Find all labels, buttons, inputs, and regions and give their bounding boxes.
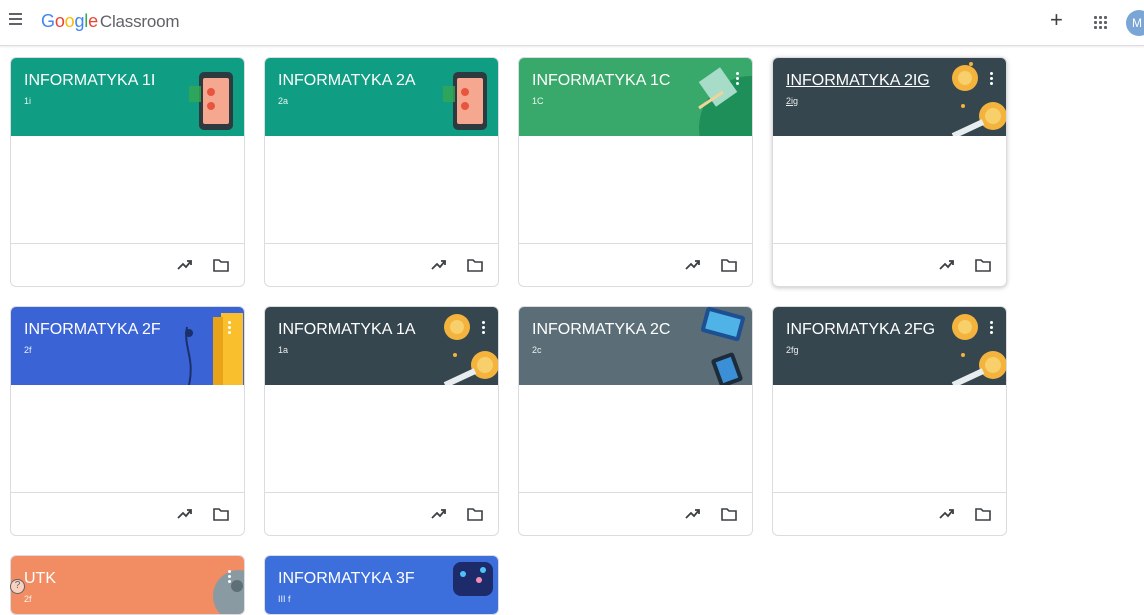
- class-options-icon[interactable]: [990, 321, 994, 335]
- class-theme-illustration: [443, 314, 498, 385]
- top-app-bar: Google Classroom + M: [0, 0, 1144, 46]
- class-theme-illustration: [700, 307, 746, 385]
- folder-icon[interactable]: [213, 507, 229, 521]
- folder-icon[interactable]: [975, 258, 991, 272]
- class-title[interactable]: INFORMATYKA 2IG: [786, 72, 930, 90]
- class-card: INFORMATYKA 2C 2c: [518, 306, 753, 536]
- class-card-actions: [265, 492, 498, 535]
- help-icon[interactable]: ?: [10, 579, 25, 594]
- class-options-icon[interactable]: [990, 72, 994, 86]
- class-card: INFORMATYKA 1A 1a: [264, 306, 499, 536]
- class-card-header[interactable]: INFORMATYKA 1I 1i: [11, 58, 244, 136]
- trending-up-icon[interactable]: [685, 257, 701, 273]
- folder-icon[interactable]: [721, 258, 737, 272]
- class-theme-illustration: [698, 67, 752, 136]
- hamburger-menu-icon[interactable]: [9, 13, 25, 27]
- google-classroom-logo[interactable]: Google Classroom: [41, 11, 180, 32]
- class-options-icon[interactable]: [228, 570, 232, 584]
- class-theme-illustration: [951, 314, 1006, 385]
- class-card-header[interactable]: INFORMATYKA 3F III f: [265, 556, 498, 614]
- class-theme-illustration: [453, 562, 493, 596]
- account-avatar[interactable]: M: [1126, 10, 1144, 36]
- class-theme-illustration: [185, 313, 243, 385]
- class-title[interactable]: INFORMATYKA 3F: [278, 570, 415, 588]
- class-options-icon[interactable]: [482, 321, 486, 335]
- class-card: INFORMATYKA 1I 1i: [10, 57, 245, 287]
- class-title[interactable]: INFORMATYKA 2FG: [786, 321, 935, 339]
- class-title[interactable]: INFORMATYKA 2F: [24, 321, 161, 339]
- class-card: INFORMATYKA 2F 2f: [10, 306, 245, 536]
- class-title[interactable]: INFORMATYKA 2C: [532, 321, 670, 339]
- class-options-icon[interactable]: [228, 321, 232, 335]
- class-card: UTK 2f: [10, 555, 245, 615]
- class-title[interactable]: INFORMATYKA 2A: [278, 72, 416, 90]
- trending-up-icon[interactable]: [939, 506, 955, 522]
- class-card-header[interactable]: INFORMATYKA 2F 2f: [11, 307, 244, 385]
- class-title[interactable]: UTK: [24, 570, 56, 588]
- class-card-header[interactable]: INFORMATYKA 2FG 2fg: [773, 307, 1006, 385]
- class-card-actions: [11, 492, 244, 535]
- folder-icon[interactable]: [467, 507, 483, 521]
- class-card: INFORMATYKA 2A 2a: [264, 57, 499, 287]
- class-section: 2c: [532, 345, 542, 355]
- class-theme-illustration: [951, 62, 1006, 136]
- apps-grid-icon[interactable]: [1094, 16, 1107, 29]
- class-title[interactable]: INFORMATYKA 1A: [278, 321, 416, 339]
- class-card-actions: [519, 243, 752, 286]
- class-options-icon[interactable]: [736, 72, 740, 86]
- trending-up-icon[interactable]: [685, 506, 701, 522]
- folder-icon[interactable]: [213, 258, 229, 272]
- class-section: 1C: [532, 96, 544, 106]
- class-section: 2ig: [786, 96, 799, 106]
- class-card-actions: [773, 243, 1006, 286]
- class-card-actions: [773, 492, 1006, 535]
- class-card: INFORMATYKA 3F III f: [264, 555, 499, 615]
- class-card-header[interactable]: INFORMATYKA 2A 2a: [265, 58, 498, 136]
- class-section: 1a: [278, 345, 289, 355]
- class-card: INFORMATYKA 1C 1C: [518, 57, 753, 287]
- class-section: 1i: [24, 96, 32, 106]
- class-card-header[interactable]: INFORMATYKA 2IG 2ig: [773, 58, 1006, 136]
- class-theme-illustration: [443, 72, 487, 130]
- class-section: 2fg: [786, 345, 799, 355]
- folder-icon[interactable]: [721, 507, 737, 521]
- class-card-actions: [11, 243, 244, 286]
- class-section: 2a: [278, 96, 289, 106]
- trending-up-icon[interactable]: [177, 506, 193, 522]
- trending-up-icon[interactable]: [177, 257, 193, 273]
- trending-up-icon[interactable]: [939, 257, 955, 273]
- class-card: INFORMATYKA 2FG 2fg: [772, 306, 1007, 536]
- app-name: Classroom: [99, 12, 180, 31]
- folder-icon[interactable]: [467, 258, 483, 272]
- trending-up-icon[interactable]: [431, 257, 447, 273]
- class-section: 2f: [24, 345, 32, 355]
- create-or-join-class-button[interactable]: +: [1050, 9, 1063, 31]
- class-card-header[interactable]: INFORMATYKA 1A 1a: [265, 307, 498, 385]
- class-card-header[interactable]: INFORMATYKA 1C 1C: [519, 58, 752, 136]
- class-card-header[interactable]: INFORMATYKA 2C 2c: [519, 307, 752, 385]
- class-theme-illustration: [189, 72, 233, 130]
- class-card-actions: [265, 243, 498, 286]
- class-title[interactable]: INFORMATYKA 1I: [24, 72, 155, 90]
- class-card-actions: [519, 492, 752, 535]
- class-card-header[interactable]: UTK 2f: [11, 556, 244, 614]
- class-card: INFORMATYKA 2IG 2ig: [772, 57, 1007, 287]
- class-title[interactable]: INFORMATYKA 1C: [532, 72, 670, 90]
- class-theme-illustration: [213, 570, 244, 614]
- folder-icon[interactable]: [975, 507, 991, 521]
- trending-up-icon[interactable]: [431, 506, 447, 522]
